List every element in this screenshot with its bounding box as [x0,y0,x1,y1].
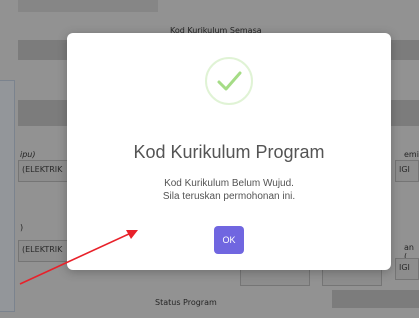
red-arrow-annotation [19,230,138,285]
